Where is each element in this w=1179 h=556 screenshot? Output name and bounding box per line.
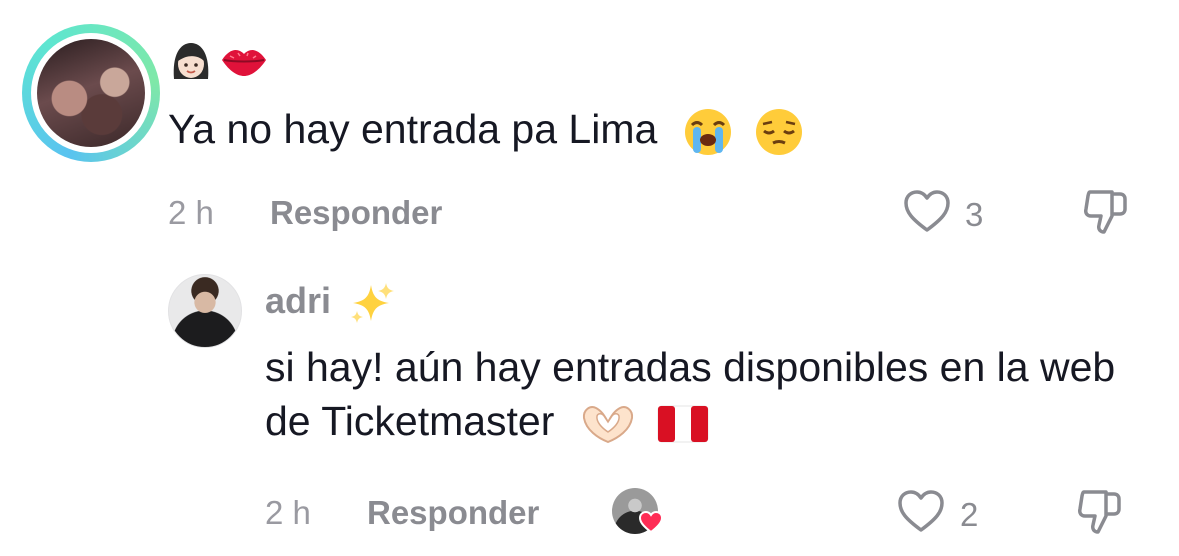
sparkles-icon: [351, 283, 395, 324]
reply-dislike-button[interactable]: [1076, 486, 1126, 543]
reply-time: 2 h: [265, 494, 311, 531]
heart-outline-icon: [904, 190, 950, 232]
crying-face-icon: [684, 109, 731, 156]
commenter-avatar[interactable]: [22, 24, 160, 162]
reply-button[interactable]: Responder: [270, 194, 442, 232]
reply-text: si hay! aún hay entradas disponibles en …: [265, 340, 1165, 448]
heart-hands-icon: [582, 406, 633, 444]
peru-flag-icon: [657, 405, 709, 443]
dislike-button[interactable]: [1082, 186, 1132, 243]
like-count: 3: [965, 196, 984, 233]
thumbs-down-icon: [1078, 490, 1121, 534]
commenter-username[interactable]: [168, 38, 268, 86]
thumbs-down-icon: [1084, 190, 1127, 234]
reply-like-button[interactable]: [896, 488, 946, 539]
replier-username[interactable]: adri: [265, 280, 395, 325]
comment-text-content: Ya no hay entrada pa Lima: [168, 106, 658, 152]
woman-emoji-icon: [173, 43, 209, 79]
comment-text: Ya no hay entrada pa Lima: [168, 103, 804, 157]
like-button[interactable]: [902, 188, 952, 239]
comment-time: 2 h: [168, 194, 214, 231]
pensive-face-icon: [756, 109, 803, 156]
liked-by-creator-badge: [612, 488, 664, 538]
kiss-mark-icon: [222, 50, 266, 76]
heart-filled-icon: [638, 510, 664, 534]
reply-like-count: 2: [960, 496, 979, 533]
heart-outline-icon: [898, 490, 944, 532]
replier-username-text: adri: [265, 280, 332, 321]
avatar-photo: [37, 39, 145, 147]
reply-reply-button[interactable]: Responder: [367, 494, 539, 532]
replier-avatar[interactable]: [168, 274, 242, 348]
